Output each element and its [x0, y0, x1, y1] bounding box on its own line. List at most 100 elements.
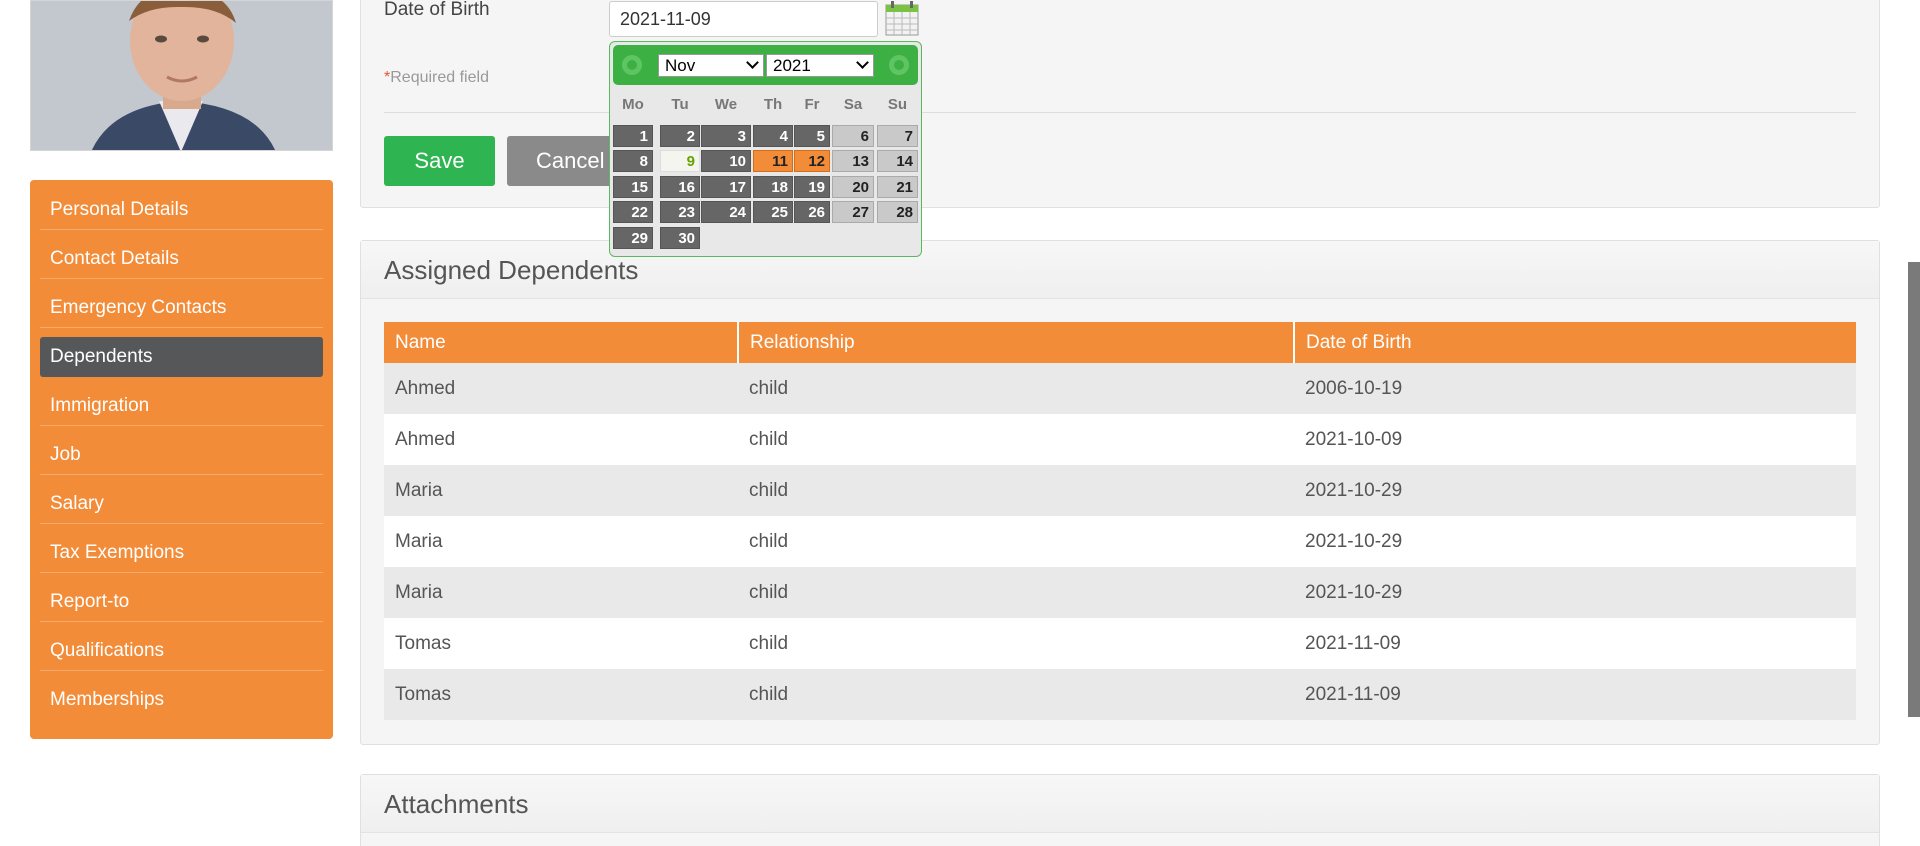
datepicker-popup: Nov 2021 Mo Tu We Th Fr Sa Su 1 2 3 4 5 6 7 8 9 10 11 12 13… — [609, 41, 922, 257]
cell-relationship: child — [738, 414, 1294, 465]
table-row[interactable]: Tomas child 2021-11-09 — [384, 618, 1856, 669]
calendar-day[interactable]: 20 — [832, 176, 874, 198]
cell-date-of-birth: 2021-10-29 — [1294, 516, 1856, 567]
cell-relationship: child — [738, 516, 1294, 567]
required-text: Required field — [390, 69, 489, 86]
table-row[interactable]: Ahmed child 2006-10-19 — [384, 363, 1856, 414]
table-row[interactable]: Maria child 2021-10-29 — [384, 516, 1856, 567]
cell-name[interactable]: Tomas — [384, 669, 738, 720]
month-select-value: Nov — [665, 56, 696, 75]
calendar-day[interactable]: 18 — [753, 176, 793, 198]
calendar-day[interactable]: 29 — [613, 227, 653, 249]
calendar-day[interactable]: 16 — [660, 176, 700, 198]
sidebar-item-tax-exemptions[interactable]: Tax Exemptions — [40, 533, 323, 573]
next-month-icon[interactable] — [889, 55, 909, 75]
cell-relationship: child — [738, 618, 1294, 669]
cell-relationship: child — [738, 363, 1294, 414]
sidebar-item-dependents[interactable]: Dependents — [40, 337, 323, 377]
column-header-name[interactable]: Name — [384, 322, 739, 363]
calendar-day[interactable]: 10 — [701, 150, 751, 172]
year-select-value: 2021 — [773, 56, 811, 75]
calendar-day[interactable]: 17 — [701, 176, 751, 198]
weekday-label: Sa — [843, 96, 863, 113]
save-button[interactable]: Save — [384, 136, 495, 186]
datepicker-header: Nov 2021 — [613, 45, 918, 85]
table-row[interactable]: Ahmed child 2021-10-09 — [384, 414, 1856, 465]
dob-input[interactable] — [609, 1, 878, 37]
cell-date-of-birth: 2006-10-19 — [1294, 363, 1856, 414]
cell-name[interactable]: Tomas — [384, 618, 738, 669]
page: Personal Details Contact Details Emergen… — [0, 0, 1920, 846]
sidebar-item-personal-details[interactable]: Personal Details — [40, 190, 323, 230]
cell-name[interactable]: Maria — [384, 516, 738, 567]
sidebar-item-immigration[interactable]: Immigration — [40, 386, 323, 426]
dependents-table: Name Relationship Date of Birth Ahmed ch… — [384, 322, 1856, 720]
assigned-dependents-title: Assigned Dependents — [384, 255, 639, 285]
calendar-day[interactable]: 22 — [613, 201, 653, 223]
attachments-panel — [360, 774, 1880, 846]
table-row[interactable]: Maria child 2021-10-29 — [384, 465, 1856, 516]
weekday-label: Fr — [804, 96, 820, 113]
calendar-day[interactable]: 13 — [832, 150, 874, 172]
required-field-note: *Required field — [384, 69, 489, 87]
weekday-label: Th — [763, 96, 783, 113]
calendar-day[interactable]: 28 — [877, 201, 918, 223]
calendar-day[interactable]: 4 — [753, 125, 793, 147]
calendar-day[interactable]: 9 — [660, 150, 700, 172]
calendar-day[interactable]: 6 — [832, 125, 874, 147]
employee-photo-image — [31, 1, 332, 150]
attachments-header — [361, 775, 1879, 833]
chevron-down-icon — [856, 56, 869, 69]
calendar-day[interactable]: 27 — [832, 201, 874, 223]
cell-name[interactable]: Maria — [384, 465, 738, 516]
sidebar-item-qualifications[interactable]: Qualifications — [40, 631, 323, 671]
sidebar-item-contact-details[interactable]: Contact Details — [40, 239, 323, 279]
calendar-day[interactable]: 7 — [877, 125, 918, 147]
sidebar-item-job[interactable]: Job — [40, 435, 323, 475]
chevron-down-icon — [746, 56, 759, 69]
sidebar-item-emergency-contacts[interactable]: Emergency Contacts — [40, 288, 323, 328]
column-header-date-of-birth[interactable]: Date of Birth — [1294, 322, 1856, 363]
table-header-row: Name Relationship Date of Birth — [384, 322, 1856, 363]
calendar-day[interactable]: 15 — [613, 176, 653, 198]
calendar-day[interactable]: 8 — [613, 150, 653, 172]
calendar-day[interactable]: 5 — [794, 125, 830, 147]
attachments-title: Attachments — [384, 789, 529, 819]
calendar-day[interactable]: 30 — [660, 227, 700, 249]
calendar-day[interactable]: 19 — [794, 176, 830, 198]
cell-name[interactable]: Maria — [384, 567, 738, 618]
cell-name[interactable]: Ahmed — [384, 363, 738, 414]
cell-name[interactable]: Ahmed — [384, 414, 738, 465]
calendar-day[interactable]: 26 — [794, 201, 830, 223]
column-header-relationship[interactable]: Relationship — [738, 322, 1295, 363]
month-select[interactable]: Nov — [658, 54, 764, 77]
sidebar-item-salary[interactable]: Salary — [40, 484, 323, 524]
cell-date-of-birth: 2021-10-29 — [1294, 567, 1856, 618]
cell-date-of-birth: 2021-11-09 — [1294, 618, 1856, 669]
calendar-day[interactable]: 3 — [701, 125, 751, 147]
employee-photo[interactable] — [30, 0, 333, 151]
calendar-day[interactable]: 11 — [753, 150, 793, 172]
calendar-day[interactable]: 25 — [753, 201, 793, 223]
weekday-label: We — [714, 96, 738, 113]
table-row[interactable]: Maria child 2021-10-29 — [384, 567, 1856, 618]
page-scrollbar[interactable] — [1908, 262, 1920, 717]
weekday-label: Su — [887, 96, 908, 113]
calendar-icon[interactable] — [885, 0, 919, 36]
sidebar-item-memberships[interactable]: Memberships — [40, 680, 323, 720]
dob-label: Date of Birth — [384, 0, 490, 20]
weekday-label: Mo — [622, 96, 644, 113]
calendar-day[interactable]: 2 — [660, 125, 700, 147]
calendar-day[interactable]: 14 — [877, 150, 918, 172]
calendar-day[interactable]: 24 — [701, 201, 751, 223]
calendar-day[interactable]: 23 — [660, 201, 700, 223]
sidebar-item-report-to[interactable]: Report-to — [40, 582, 323, 622]
table-row[interactable]: Tomas child 2021-11-09 — [384, 669, 1856, 720]
cell-relationship: child — [738, 567, 1294, 618]
year-select[interactable]: 2021 — [766, 54, 874, 77]
weekday-label: Tu — [671, 96, 689, 113]
prev-month-icon[interactable] — [622, 55, 642, 75]
calendar-day[interactable]: 1 — [613, 125, 653, 147]
calendar-day[interactable]: 21 — [877, 176, 918, 198]
calendar-day[interactable]: 12 — [794, 150, 830, 172]
